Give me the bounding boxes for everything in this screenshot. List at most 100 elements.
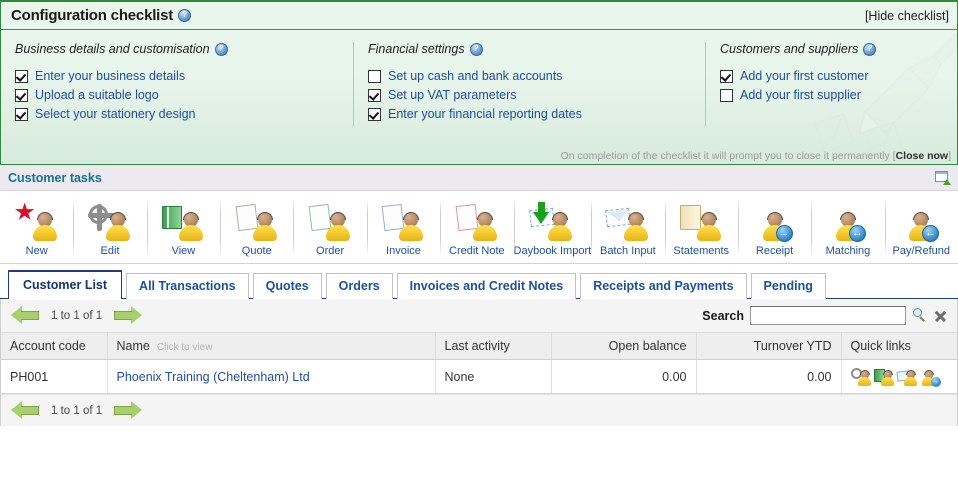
checklist-item[interactable]: Set up VAT parameters: [368, 88, 691, 102]
task-label: Receipt: [755, 244, 794, 257]
task-statements[interactable]: Statements: [664, 191, 738, 263]
checklist-item-label[interactable]: Add your first supplier: [740, 88, 861, 102]
column-header-turnover-ytd[interactable]: Turnover YTD: [695, 333, 841, 360]
checklist-footer-end: ]: [948, 150, 951, 162]
checklist-item[interactable]: Set up cash and bank accounts: [368, 69, 691, 83]
hide-checklist-link[interactable]: [Hide checklist]: [865, 9, 949, 23]
task-label: View: [171, 244, 196, 257]
checklist-column-heading: Business details and customisation: [15, 42, 339, 56]
checklist-item-label[interactable]: Add your first customer: [740, 69, 869, 83]
credit-note-icon: [455, 202, 499, 242]
tab-bar: Customer List All Transactions Quotes Or…: [0, 264, 958, 299]
checklist-heading-text: Customers and suppliers: [720, 42, 859, 56]
task-pay-refund[interactable]: ← Pay/Refund: [884, 191, 958, 263]
checklist-item-label[interactable]: Set up VAT parameters: [388, 88, 517, 102]
tab-invoices-and-credit-notes[interactable]: Invoices and Credit Notes: [396, 273, 577, 299]
tab-orders[interactable]: Orders: [325, 273, 393, 299]
checkbox[interactable]: [368, 107, 381, 121]
help-icon[interactable]: [178, 8, 192, 22]
task-view[interactable]: View: [146, 191, 220, 263]
checkbox[interactable]: [368, 88, 381, 102]
task-invoice[interactable]: Invoice: [366, 191, 440, 263]
tab-pending[interactable]: Pending: [750, 273, 826, 299]
arrow-left-icon[interactable]: [11, 306, 41, 325]
statements-icon: [679, 202, 723, 242]
quote-icon: [235, 202, 279, 242]
tab-all-transactions[interactable]: All Transactions: [126, 273, 249, 299]
quick-link-edit-customer-icon[interactable]: [850, 367, 871, 386]
task-label: Edit: [100, 244, 120, 257]
search-area: Search: [702, 306, 947, 325]
task-matching[interactable]: ↔ Matching: [811, 191, 884, 263]
checkbox[interactable]: [720, 69, 733, 83]
order-icon: [308, 202, 352, 242]
checklist-item-label[interactable]: Set up cash and bank accounts: [388, 69, 562, 83]
task-label: Order: [316, 244, 345, 257]
pagination-range-bottom: 1 to 1 of 1: [51, 404, 103, 417]
help-icon[interactable]: [469, 42, 483, 56]
tab-customer-list[interactable]: Customer List: [8, 270, 123, 299]
pay-refund-icon: ←: [899, 202, 943, 242]
daybook-import-icon: [529, 201, 574, 242]
checkbox[interactable]: [15, 107, 28, 121]
cell-name[interactable]: Phoenix Training (Cheltenham) Ltd: [106, 359, 435, 394]
quick-link-invoice-icon[interactable]: [896, 367, 917, 386]
new-customer-icon: [15, 202, 59, 242]
checklist-item[interactable]: Enter your business details: [15, 69, 339, 83]
cell-last-activity: None: [434, 359, 551, 394]
checkbox[interactable]: [720, 88, 733, 102]
checklist-item[interactable]: Upload a suitable logo: [15, 88, 339, 102]
checklist-item-label[interactable]: Enter your financial reporting dates: [388, 107, 582, 121]
tab-quotes[interactable]: Quotes: [252, 273, 322, 299]
help-icon[interactable]: [863, 42, 877, 56]
checkbox[interactable]: [15, 88, 28, 102]
search-input[interactable]: [750, 306, 906, 325]
receipt-icon: →: [753, 202, 797, 242]
magnifier-icon[interactable]: [912, 308, 927, 323]
view-customer-icon: [161, 202, 205, 242]
checklist-item[interactable]: Enter your financial reporting dates: [368, 107, 691, 121]
column-header-account-code[interactable]: Account code: [1, 333, 107, 360]
task-order[interactable]: Order: [293, 191, 366, 263]
invoice-icon: [381, 202, 425, 242]
task-label: Matching: [825, 244, 871, 257]
checklist-title-text: Configuration checklist: [11, 7, 174, 24]
close-now-link[interactable]: Close now: [896, 150, 949, 162]
task-batch-input[interactable]: Batch Input: [591, 191, 664, 263]
customer-name-link[interactable]: Phoenix Training (Cheltenham) Ltd: [117, 370, 310, 384]
task-label: Statements: [673, 244, 730, 257]
tab-receipts-and-payments[interactable]: Receipts and Payments: [580, 273, 747, 299]
task-label: Daybook Import: [513, 244, 592, 257]
task-quote[interactable]: Quote: [220, 191, 293, 263]
checklist-item-label[interactable]: Select your stationery design: [35, 107, 196, 121]
search-label: Search: [702, 308, 744, 323]
task-daybook-import[interactable]: Daybook Import: [513, 191, 592, 263]
checklist-heading-text: Financial settings: [368, 42, 465, 56]
checklist-item-label[interactable]: Enter your business details: [35, 69, 185, 83]
task-receipt[interactable]: → Receipt: [737, 191, 811, 263]
arrow-right-icon[interactable]: [112, 401, 143, 420]
close-icon[interactable]: [933, 309, 947, 323]
column-header-open-balance[interactable]: Open balance: [550, 333, 696, 360]
checklist-item[interactable]: Add your first supplier: [720, 88, 943, 102]
customer-tasks-title: Customer tasks: [8, 170, 102, 185]
checklist-item[interactable]: Add your first customer: [720, 69, 943, 83]
checklist-item[interactable]: Select your stationery design: [15, 107, 339, 121]
task-edit[interactable]: Edit: [73, 191, 146, 263]
help-icon[interactable]: [214, 42, 228, 56]
checklist-item-label[interactable]: Upload a suitable logo: [35, 88, 159, 102]
quick-link-receipt-icon[interactable]: →: [920, 367, 941, 387]
task-credit-note[interactable]: Credit Note: [440, 191, 513, 263]
checkbox[interactable]: [368, 69, 381, 83]
checkbox[interactable]: [15, 69, 28, 83]
table-row[interactable]: PH001 Phoenix Training (Cheltenham) Ltd …: [1, 359, 957, 394]
window-restore-icon[interactable]: [935, 171, 951, 185]
task-label: Batch Input: [600, 244, 656, 257]
column-header-last-activity[interactable]: Last activity: [434, 333, 551, 360]
arrow-right-icon[interactable]: [112, 306, 143, 325]
column-header-name[interactable]: Name Click to view: [106, 333, 435, 360]
task-new[interactable]: New: [0, 191, 73, 263]
quick-link-view-customer-icon[interactable]: [873, 367, 894, 386]
arrow-left-icon[interactable]: [11, 401, 41, 420]
checklist-column-financial: Financial settings Set up cash and bank …: [353, 42, 705, 126]
